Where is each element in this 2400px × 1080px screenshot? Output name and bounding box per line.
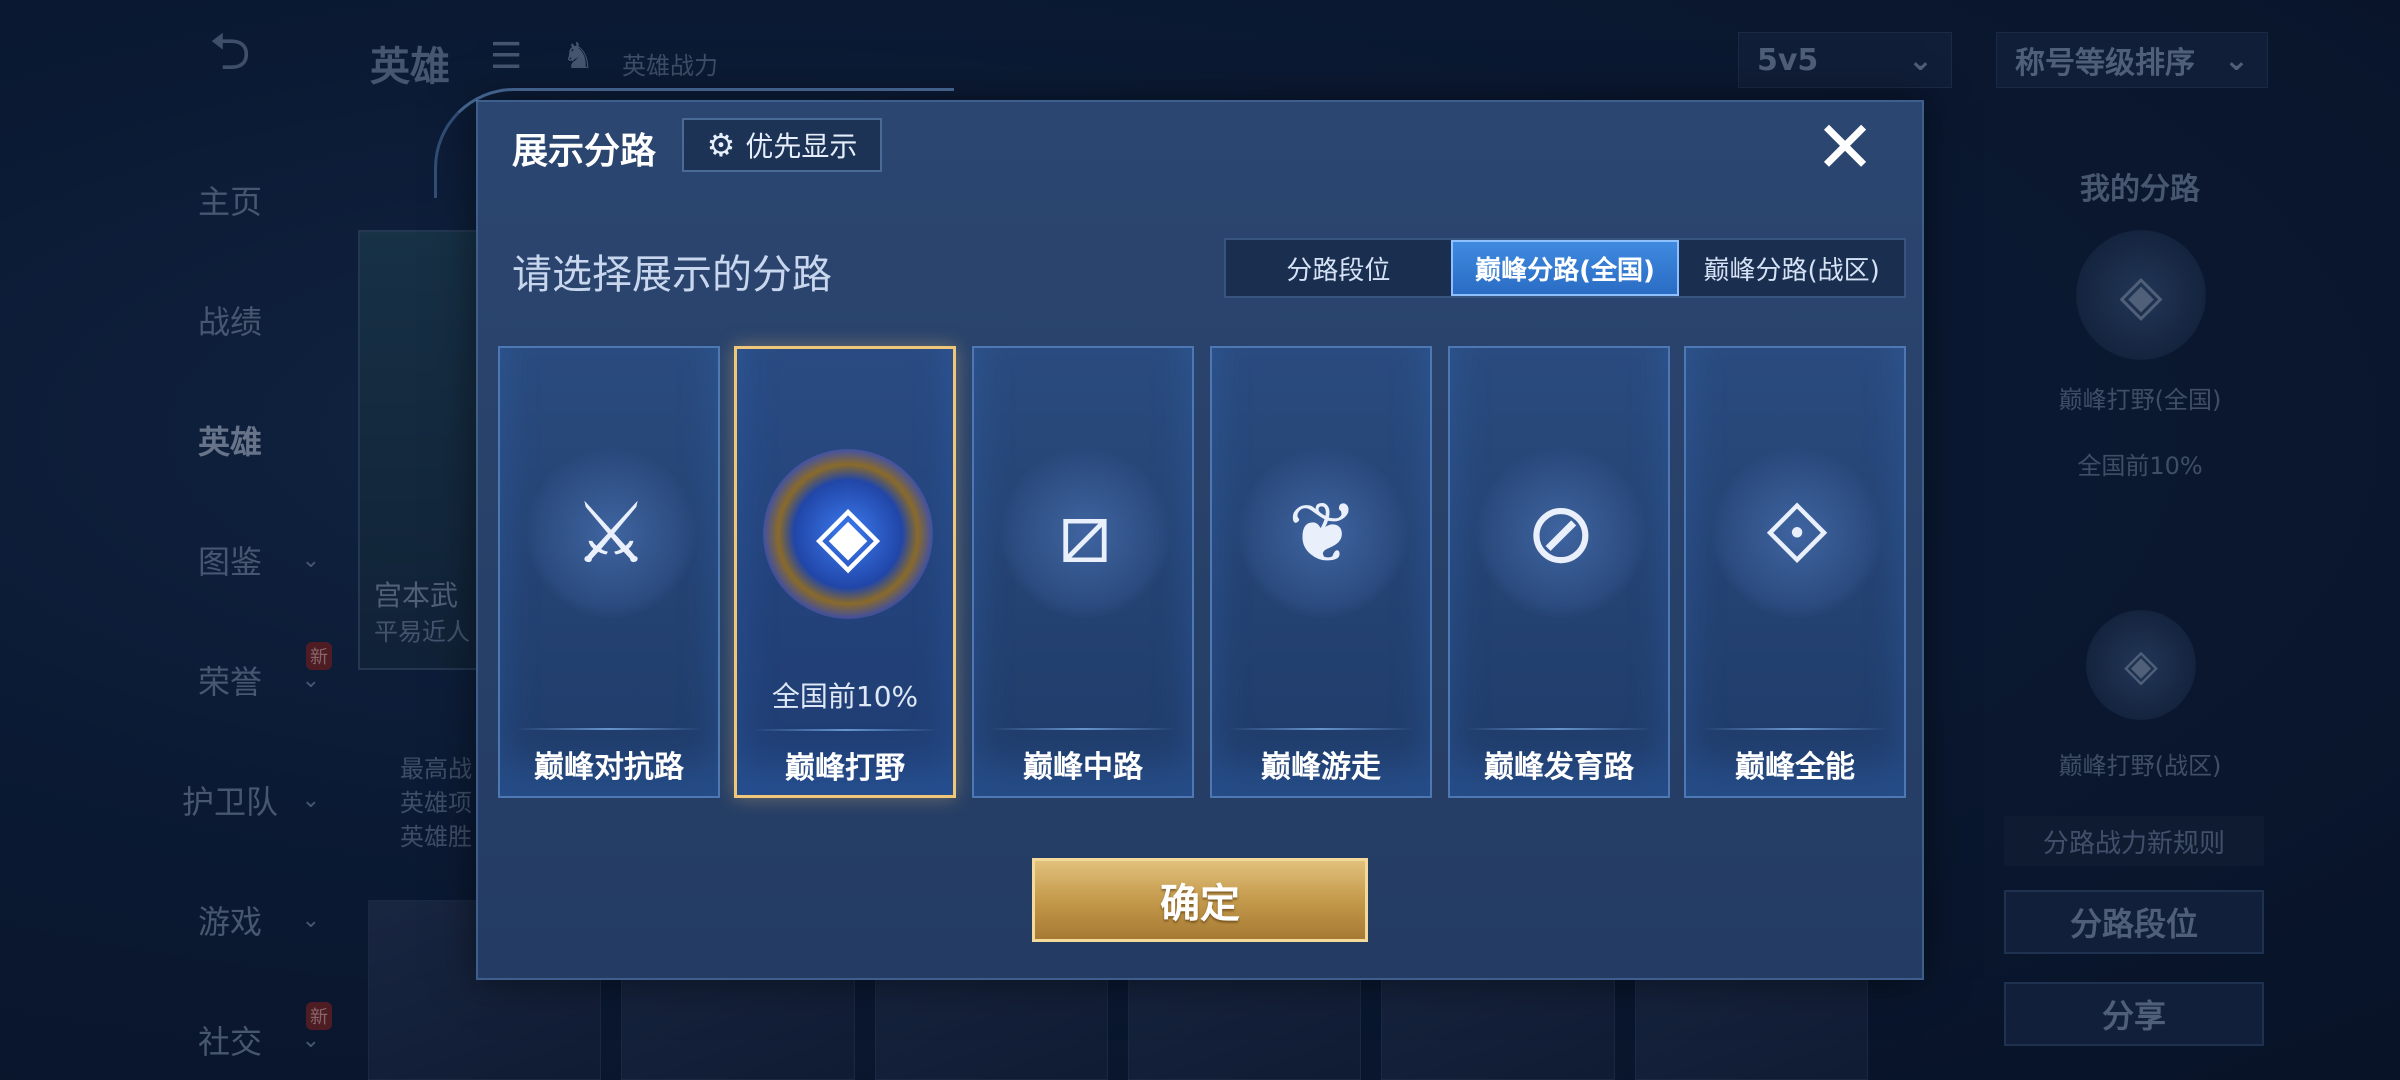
gear-icon: ⚙ xyxy=(706,126,736,164)
tab-peak-route-zone[interactable]: 巅峰分路(战区) xyxy=(1679,240,1904,296)
divider xyxy=(1466,728,1652,730)
route-card-list: ⚔ 巅峰对抗路 ◈ 全国前10% 巅峰打野 ⧄ 巅峰中路 ❦ 巅峰游走 ⊘ 巅峰… xyxy=(498,346,1908,798)
dialog-subtitle: 请选择展示的分路 xyxy=(512,252,832,298)
priority-display-label: 优先显示 xyxy=(745,130,858,163)
route-card-label: 巅峰发育路 xyxy=(1484,750,1634,785)
route-card-mid[interactable]: ⧄ 巅峰中路 xyxy=(972,346,1194,798)
route-card-roam[interactable]: ❦ 巅峰游走 xyxy=(1210,346,1432,798)
route-tabs: 分路段位 巅峰分路(全国) 巅峰分路(战区) xyxy=(1224,238,1906,298)
tab-route-rank[interactable]: 分路段位 xyxy=(1226,240,1451,296)
route-card-farm[interactable]: ⊘ 巅峰发育路 xyxy=(1448,346,1670,798)
all-round-icon: ⟐ xyxy=(1712,448,1882,618)
mid-lane-icon: ⧄ xyxy=(1000,448,1170,618)
divider xyxy=(516,728,702,730)
roam-wings-icon: ❦ xyxy=(1238,448,1408,618)
route-card-label: 巅峰对抗路 xyxy=(534,750,684,785)
route-card-label: 巅峰中路 xyxy=(1023,750,1143,785)
route-rank: 全国前10% xyxy=(771,680,919,713)
farm-lane-icon: ⊘ xyxy=(1476,448,1646,618)
route-card-allround[interactable]: ⟐ 巅峰全能 xyxy=(1684,346,1906,798)
dialog-title: 展示分路 xyxy=(512,131,657,172)
divider xyxy=(1228,728,1414,730)
divider xyxy=(1702,728,1888,730)
route-card-label: 巅峰全能 xyxy=(1735,750,1855,785)
route-card-label: 巅峰游走 xyxy=(1261,750,1381,785)
jungle-dragon-emblem-icon: ◈ xyxy=(763,449,933,619)
priority-display-button[interactable]: ⚙ 优先显示 xyxy=(682,118,882,172)
route-display-dialog: 展示分路 ⚙ 优先显示 ✕ 请选择展示的分路 分路段位 巅峰分路(全国) 巅峰分… xyxy=(434,88,1924,980)
route-card-clash[interactable]: ⚔ 巅峰对抗路 xyxy=(498,346,720,798)
route-card-label: 巅峰打野 xyxy=(785,751,905,786)
divider xyxy=(753,729,939,731)
confirm-button[interactable]: 确定 xyxy=(1032,858,1368,942)
tab-peak-route-national[interactable]: 巅峰分路(全国) xyxy=(1450,240,1680,296)
close-icon[interactable]: ✕ xyxy=(1812,111,1878,183)
clash-lane-icon: ⚔ xyxy=(526,448,696,618)
divider xyxy=(990,728,1176,730)
route-card-jungle[interactable]: ◈ 全国前10% 巅峰打野 xyxy=(734,346,956,798)
